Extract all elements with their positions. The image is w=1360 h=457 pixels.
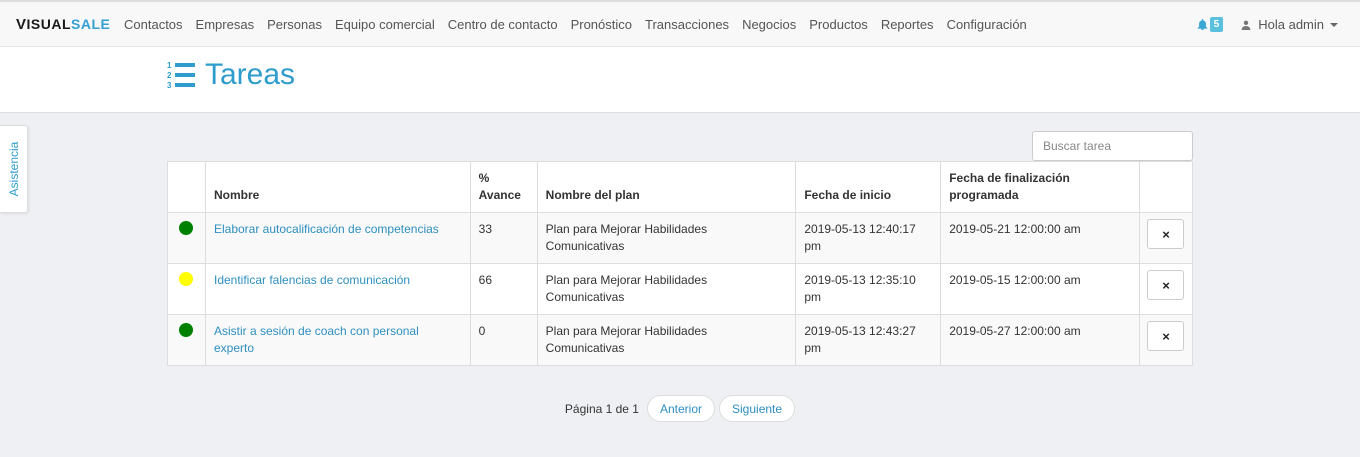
brand-part2: SALE: [71, 16, 111, 32]
top-navbar: V ISUAL SALE Contactos Empresas Personas E…: [0, 0, 1360, 47]
end-date-cell: 2019-05-15 12:00:00 am: [940, 263, 1140, 315]
task-link[interactable]: Identificar falencias de comunicación: [214, 273, 410, 287]
header-start: Fecha de inicio: [795, 161, 942, 213]
main-nav: Contactos Empresas Personas Equipo comer…: [124, 17, 1040, 32]
end-date-cell: 2019-05-21 12:00:00 am: [940, 212, 1140, 264]
start-date-cell: 2019-05-13 12:35:10 pm: [795, 263, 942, 315]
header-status: [167, 161, 206, 213]
status-dot: [179, 323, 194, 337]
brand-logo[interactable]: V ISUAL SALE: [16, 16, 124, 33]
brand-prefix: V: [16, 15, 27, 33]
status-dot: [179, 221, 194, 235]
nav-item-equipo-comercial[interactable]: Equipo comercial: [335, 17, 435, 32]
task-link[interactable]: Asistir a sesión de coach con personal e…: [214, 324, 419, 355]
header-name: Nombre: [204, 161, 471, 213]
table-header-row: Nombre % Avance Nombre del plan Fecha de…: [167, 161, 1194, 213]
notifications-badge: 5: [1209, 17, 1224, 32]
start-date-cell: 2019-05-13 12:40:17 pm: [795, 212, 942, 264]
header-plan: Nombre del plan: [536, 161, 797, 213]
assistance-side-tab[interactable]: Asistencia: [0, 125, 28, 213]
bell-icon: [1197, 19, 1207, 30]
header-end: Fecha de finalización programada: [940, 161, 1140, 213]
task-link[interactable]: Elaborar autocalificación de competencia…: [214, 222, 439, 236]
ordered-list-icon: 1 2 3: [167, 61, 195, 90]
start-date-cell: 2019-05-13 12:43:27 pm: [795, 314, 942, 366]
progress-cell: 0: [469, 314, 538, 366]
nav-item-centro-de-contacto[interactable]: Centro de contacto: [448, 17, 558, 32]
page-header: 1 2 3 Tareas: [0, 47, 1360, 113]
table-row: Asistir a sesión de coach con personal e…: [167, 314, 1194, 366]
user-icon: [1241, 20, 1251, 30]
plan-cell: Plan para Mejorar Habilidades Comunicati…: [536, 212, 797, 264]
table-row: Identificar falencias de comunicación 66…: [167, 263, 1194, 315]
notifications-button[interactable]: 5: [1197, 17, 1224, 32]
nav-right: 5 Hola admin: [1197, 2, 1338, 47]
nav-item-transacciones[interactable]: Transacciones: [645, 17, 729, 32]
header-progress: % Avance: [469, 161, 538, 213]
table-row: Elaborar autocalificación de competencia…: [167, 212, 1194, 264]
brand-part1: ISUAL: [26, 16, 72, 32]
svg-text:3: 3: [167, 81, 172, 90]
pagination-label: Página 1 de 1: [564, 401, 639, 416]
page-title-text: Tareas: [205, 58, 296, 91]
nav-item-productos[interactable]: Productos: [809, 17, 868, 32]
delete-button[interactable]: ×: [1147, 270, 1185, 300]
nav-item-personas[interactable]: Personas: [267, 17, 322, 32]
delete-button[interactable]: ×: [1147, 321, 1185, 351]
assistance-side-tab-label: Asistencia: [6, 141, 21, 197]
nav-item-pronostico[interactable]: Pronóstico: [571, 17, 632, 32]
svg-text:2: 2: [167, 71, 172, 80]
header-actions: [1138, 161, 1194, 213]
plan-cell: Plan para Mejorar Habilidades Comunicati…: [536, 263, 797, 315]
tasks-table: Nombre % Avance Nombre del plan Fecha de…: [167, 161, 1194, 366]
delete-button[interactable]: ×: [1147, 219, 1185, 249]
progress-cell: 66: [469, 263, 538, 315]
nav-item-configuracion[interactable]: Configuración: [947, 17, 1027, 32]
chevron-down-icon: [1330, 22, 1338, 27]
end-date-cell: 2019-05-27 12:00:00 am: [940, 314, 1140, 366]
page-title: 1 2 3 Tareas: [167, 58, 295, 92]
status-dot: [179, 272, 194, 286]
previous-page-button[interactable]: Anterior: [646, 395, 716, 422]
pagination: Página 1 de 1 Anterior Siguiente: [0, 395, 1360, 422]
next-page-button[interactable]: Siguiente: [719, 395, 796, 422]
nav-item-reportes[interactable]: Reportes: [881, 17, 934, 32]
nav-item-negocios[interactable]: Negocios: [742, 17, 796, 32]
search-task-input[interactable]: [1032, 131, 1193, 161]
svg-text:1: 1: [167, 61, 172, 70]
user-label: Hola admin: [1258, 17, 1324, 32]
progress-cell: 33: [469, 212, 538, 264]
nav-item-contactos[interactable]: Contactos: [124, 17, 183, 32]
user-menu[interactable]: Hola admin: [1241, 17, 1338, 32]
nav-item-empresas[interactable]: Empresas: [196, 17, 255, 32]
plan-cell: Plan para Mejorar Habilidades Comunicati…: [536, 314, 797, 366]
